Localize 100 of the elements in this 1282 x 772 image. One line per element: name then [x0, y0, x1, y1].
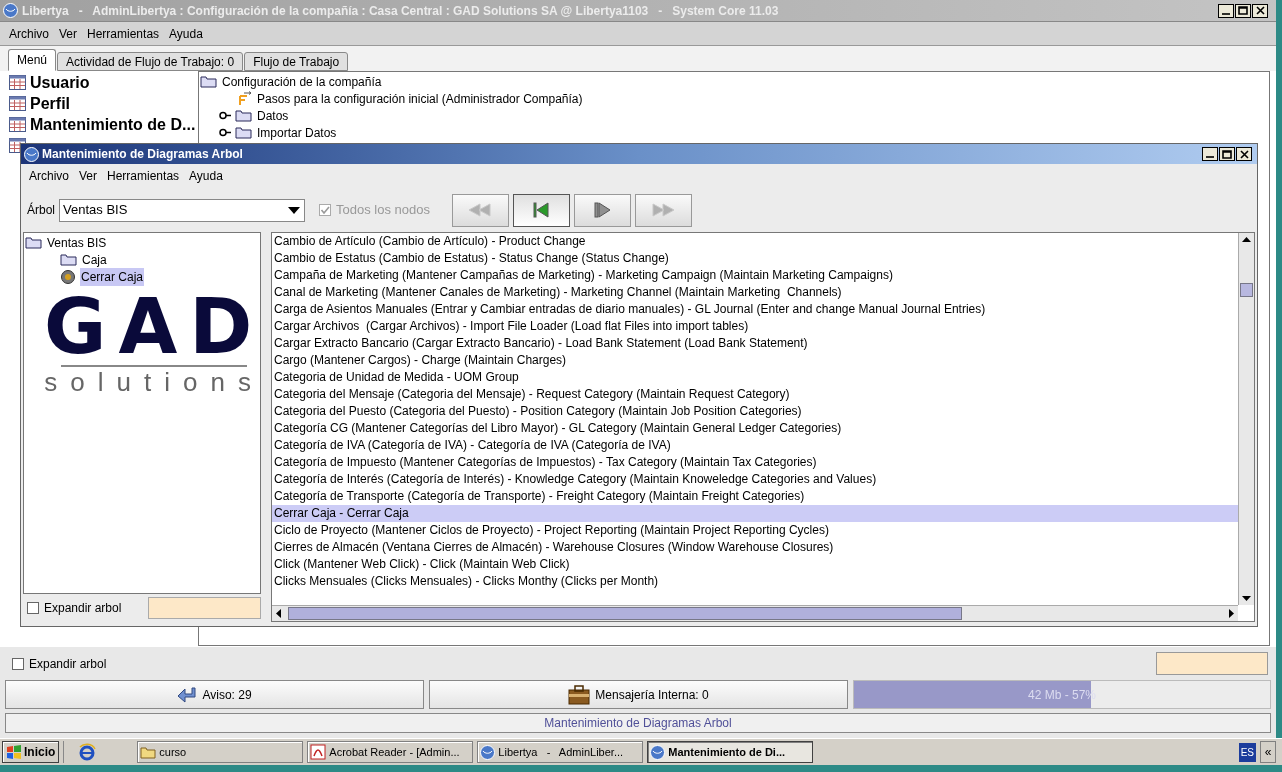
taskbar-button[interactable]: curso: [137, 741, 304, 763]
folder-icon: [235, 109, 252, 122]
step-back-icon: [534, 203, 549, 217]
document-icon: [310, 744, 327, 760]
list-item[interactable]: Cargar Archivos (Cargar Archivos) - Import File Loader (Load flat Files into import tables): [272, 318, 1238, 335]
tab[interactable]: Menú: [8, 49, 57, 71]
collapse-button[interactable]: «: [1260, 741, 1276, 763]
folder-icon: [235, 126, 252, 139]
messages-button[interactable]: Mensajería Interna: 0: [429, 680, 848, 709]
tree-node[interactable]: Configuración de la compañía: [221, 72, 383, 91]
next-button[interactable]: [573, 193, 631, 227]
search-field[interactable]: [1156, 652, 1268, 675]
list-item[interactable]: Click (Mantener Web Click) - Click (Maintain Web Click): [272, 556, 1238, 573]
tree-node[interactable]: Pasos para la configuración inicial (Administrador Compañía): [256, 89, 584, 108]
dialog-title: Mantenimiento de Diagramas Arbol: [42, 146, 244, 163]
minimize-button[interactable]: [1202, 147, 1218, 161]
maximize-icon: [1238, 6, 1248, 15]
menu-item[interactable]: Herramientas: [102, 167, 185, 185]
step-forward-icon: [594, 203, 610, 217]
table-icon: [9, 75, 26, 90]
table-icon: [9, 96, 26, 111]
logo-tagline: solutions: [44, 367, 260, 397]
menu-item[interactable]: Archivo: [24, 167, 74, 185]
list-item[interactable]: Categoría de Transporte (Categoría de Transporte) - Freight Category (Maintain Freight Categories): [272, 488, 1238, 505]
tree-node[interactable]: Importar Datos: [256, 123, 338, 142]
menu-item[interactable]: Ayuda: [164, 24, 208, 43]
folder-icon: [25, 236, 42, 249]
list-item[interactable]: Cambio de Artículo (Cambio de Artículo) - Product Change: [272, 233, 1238, 250]
list-item[interactable]: Cerrar Caja - Cerrar Caja: [272, 505, 1238, 522]
list-item[interactable]: Cambio de Estatus (Cambio de Estatus) - Status Change (Status Change): [272, 250, 1238, 267]
vertical-scrollbar[interactable]: [1238, 233, 1254, 605]
notice-button[interactable]: Aviso: 29: [5, 680, 424, 709]
close-icon: [1255, 6, 1265, 15]
folder-icon: [200, 75, 217, 88]
list-item[interactable]: Categoria de Unidad de Medida - UOM Group: [272, 369, 1238, 386]
tab[interactable]: Flujo de Trabajo: [244, 52, 349, 71]
list-item[interactable]: Categoría de Interés (Categoría de Interés) - Knowledge Category (Maintain Knoweledge Categories and Values): [272, 471, 1238, 488]
scroll-thumb[interactable]: [288, 607, 962, 620]
menu-item[interactable]: Ver: [54, 24, 83, 43]
list-item[interactable]: Categoría de Impuesto (Mantener Categorías de Impuestos) - Tax Category (Maintain Tax Categories): [272, 454, 1238, 471]
checkbox-label: Expandir arbol: [29, 655, 107, 673]
list-item[interactable]: Carga de Asientos Manuales (Entrar y Cambiar entradas de diario manuales) - GL Journal (Enter and change Manual Journal Entries): [272, 301, 1238, 318]
list-item[interactable]: Categoría CG (Mantener Categorías del Libro Mayor) - GL Category (Maintain General Ledger Categories): [272, 420, 1238, 437]
menu-item[interactable]: Herramientas: [82, 24, 165, 43]
previous-button[interactable]: [512, 193, 570, 227]
globe-icon: [480, 744, 496, 760]
tree-node[interactable]: Datos: [256, 106, 290, 125]
tab[interactable]: Actividad de Flujo de Trabajo: 0: [57, 52, 244, 71]
tree-node[interactable]: Ventas BIS: [46, 233, 108, 252]
menu-item[interactable]: Archivo: [4, 24, 54, 43]
scroll-thumb[interactable]: [1240, 283, 1253, 297]
windows-logo-icon: [6, 745, 22, 759]
maximize-button[interactable]: [1235, 3, 1251, 18]
table-icon: [9, 117, 26, 132]
menu-item[interactable]: Ayuda: [184, 167, 228, 185]
search-field[interactable]: [148, 597, 261, 619]
fast-forward-icon: [652, 204, 674, 216]
list-item[interactable]: Campaña de Marketing (Mantener Campañas de Marketing) - Marketing Campaign (Maintain Marketing Campaigns): [272, 267, 1238, 284]
horizontal-scrollbar[interactable]: [272, 605, 1238, 621]
tree-dropdown[interactable]: Ventas BIS: [59, 198, 305, 222]
status-text: Mantenimiento de Diagramas Arbol: [544, 715, 732, 732]
list-item[interactable]: Categoria del Mensaje (Categoria del Mensaje) - Request Category (Maintain Request Category): [272, 386, 1238, 403]
globe-icon: [650, 744, 666, 760]
minimize-icon: [1206, 156, 1214, 158]
list-item[interactable]: Categoría de IVA (Categoría de IVA) - Categoría de IVA (Categoría de IVA): [272, 437, 1238, 454]
start-button[interactable]: Inicio: [2, 741, 60, 763]
taskbar-button[interactable]: Mantenimiento de Di...: [647, 741, 814, 763]
checkbox-label: Todos los nodos: [336, 201, 430, 220]
close-button[interactable]: [1236, 147, 1252, 161]
folder-icon: [60, 253, 77, 266]
checkbox[interactable]: [12, 657, 24, 670]
close-button[interactable]: [1252, 3, 1268, 18]
tree-node[interactable]: Cerrar Caja: [80, 267, 144, 286]
menu-item[interactable]: Ver: [74, 167, 103, 185]
field-label: Árbol: [27, 201, 55, 219]
globe-icon: [24, 146, 39, 162]
list-item[interactable]: Ciclo de Proyecto (Mantener Ciclos de Proyecto) - Project Reporting (Maintain Project Reporting Cycles): [272, 522, 1238, 539]
close-icon: [1239, 149, 1249, 159]
checkbox-label: Expandir arbol: [44, 600, 122, 617]
list-item[interactable]: Categoria del Puesto (Categoria del Puesto) - Position Category (Maintain Job Position Categories): [272, 403, 1238, 420]
checkbox[interactable]: [27, 602, 39, 614]
maximize-icon: [1222, 149, 1232, 159]
list-item[interactable]: Cargar Extracto Bancario (Cargar Extracto Bancario) - Load Bank Statement (Load Bank Statement): [272, 335, 1238, 352]
arrow-icon: [177, 685, 198, 704]
maximize-button[interactable]: [1219, 147, 1235, 161]
taskbar-button[interactable]: Libertya - AdminLiber...: [477, 741, 644, 763]
browser-icon: [78, 743, 97, 761]
minimize-button[interactable]: [1218, 3, 1234, 18]
minimize-icon: [1222, 12, 1230, 15]
language-indicator[interactable]: ES: [1238, 742, 1256, 762]
list-item[interactable]: Canal de Marketing (Mantener Canales de Marketing) - Marketing Channel (Maintain Marketing Channels): [272, 284, 1238, 301]
tree-node[interactable]: Caja: [81, 250, 108, 269]
logo-text: GAD: [44, 291, 260, 363]
rewind-icon: [469, 204, 492, 216]
list-item[interactable]: Cierres de Almacén (Ventana Cierres de Almacén) - Warehouse Closures (Window Warehouse Closures): [272, 539, 1238, 556]
taskbar-button[interactable]: Acrobat Reader - [Admin...: [307, 741, 474, 763]
briefcase-icon: [568, 684, 591, 705]
list-item[interactable]: Clicks Mensuales (Clicks Mensuales) - Clicks Monthy (Clicks per Month): [272, 573, 1238, 590]
list-item[interactable]: Cargo (Mantener Cargos) - Charge (Maintain Charges): [272, 352, 1238, 369]
folder-icon: [140, 745, 157, 759]
